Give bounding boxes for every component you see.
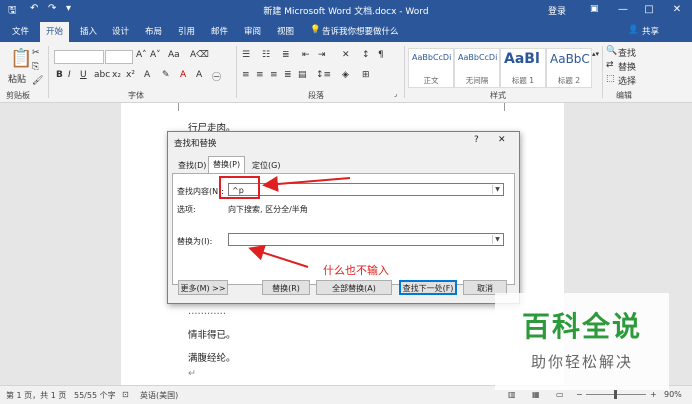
- watermark-logo: 百科全说 助你轻松解决: [495, 293, 669, 390]
- zoom-out-icon[interactable]: −: [576, 390, 583, 399]
- annotation-text: 什么也不输入: [323, 264, 389, 277]
- word-count[interactable]: 55/55 个字: [74, 390, 116, 401]
- print-layout-icon[interactable]: ▦: [532, 390, 540, 399]
- zoom-thumb[interactable]: [614, 390, 617, 399]
- watermark-title: 百科全说: [521, 310, 642, 343]
- arrow-to-replace-input: [248, 245, 309, 268]
- zoom-level[interactable]: 90%: [664, 390, 682, 399]
- page-count[interactable]: 第 1 页，共 1 页: [6, 390, 66, 401]
- web-layout-icon[interactable]: ▭: [556, 390, 564, 399]
- arrow-to-find-input: [262, 176, 351, 192]
- proofing-icon[interactable]: ⊡: [122, 390, 129, 399]
- zoom-in-icon[interactable]: +: [650, 390, 657, 399]
- read-mode-icon[interactable]: ▥: [508, 390, 516, 399]
- language[interactable]: 英语(美国): [140, 390, 178, 401]
- watermark-subtitle: 助你轻松解决: [530, 353, 633, 371]
